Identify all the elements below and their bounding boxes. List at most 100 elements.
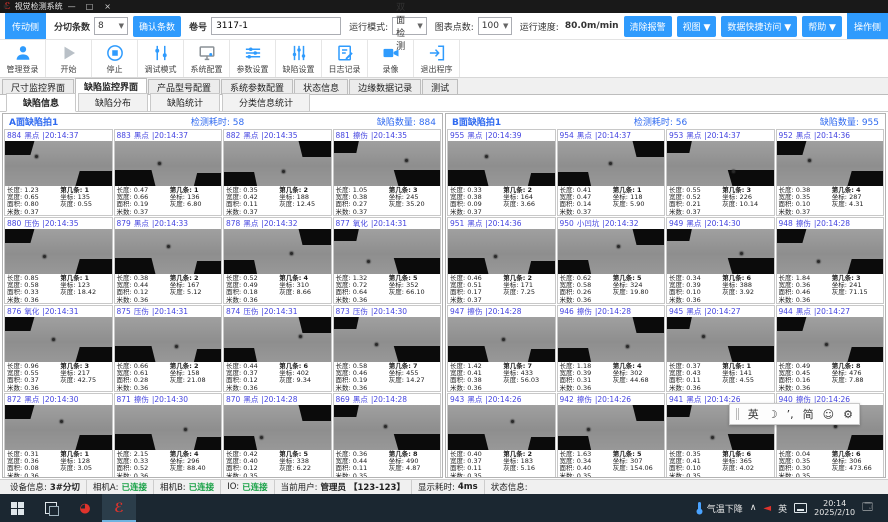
chart-points-select[interactable]: 100▼ <box>478 17 512 35</box>
defect-image[interactable] <box>334 229 441 274</box>
action-button[interactable]: 退出程序 <box>414 40 460 77</box>
defect-cell[interactable]: 884 黑点 |20:14:37 长度: 1.23 宽度: 0.65 面积: 0… <box>4 129 113 216</box>
keyboard-icon[interactable] <box>794 503 807 513</box>
defect-cell[interactable]: 953 黑点 |20:14:37 长度: 0.55 宽度: 0.52 面积: 0… <box>666 129 775 216</box>
operator-side-button[interactable]: 操作侧 <box>847 13 888 39</box>
ime-settings-button[interactable]: ⚙ <box>843 408 853 421</box>
ime-simplified-button[interactable]: 简 <box>803 406 814 422</box>
ime-punct-button[interactable]: ’, <box>787 408 794 421</box>
task-view-button[interactable] <box>34 494 68 522</box>
defect-image[interactable] <box>448 317 555 362</box>
notification-button[interactable]: 🗔 <box>862 500 873 517</box>
action-button[interactable]: 录像 <box>368 40 414 77</box>
defect-cell[interactable]: 877 氧化 |20:14:31 长度: 1.32 宽度: 0.72 面积: 0… <box>333 217 442 304</box>
defect-image[interactable] <box>334 317 441 362</box>
defect-image[interactable] <box>115 141 222 186</box>
defect-image[interactable] <box>5 229 112 274</box>
view-menu-button[interactable]: 视图 ▼ <box>677 16 717 37</box>
coil-input[interactable] <box>211 17 341 35</box>
defect-image[interactable] <box>777 229 884 274</box>
defect-image[interactable] <box>448 229 555 274</box>
defect-cell[interactable]: 951 黑点 |20:14:36 长度: 0.46 宽度: 0.51 面积: 0… <box>447 217 556 304</box>
maximize-button[interactable]: □ <box>81 2 99 11</box>
defect-cell[interactable]: 950 小凹坑 |20:14:32 长度: 0.62 宽度: 0.58 面积: … <box>557 217 666 304</box>
defect-cell[interactable]: 871 擦伤 |20:14:30 长度: 2.15 宽度: 0.33 面积: 0… <box>114 393 223 478</box>
defect-image[interactable] <box>558 141 665 186</box>
defect-cell[interactable]: 943 黑点 |20:14:26 长度: 0.40 宽度: 0.37 面积: 0… <box>447 393 556 478</box>
clear-alarm-button[interactable]: 清除报警 <box>624 16 672 37</box>
defect-cell[interactable]: 881 擦伤 |20:14:35 长度: 1.05 宽度: 0.38 面积: 0… <box>333 129 442 216</box>
defect-image[interactable] <box>777 141 884 186</box>
close-button[interactable]: × <box>99 2 117 11</box>
defect-cell[interactable]: 948 擦伤 |20:14:28 长度: 1.84 宽度: 0.36 面积: 0… <box>776 217 885 304</box>
sub-tab-2[interactable]: 缺陷统计 <box>150 93 220 111</box>
defect-image[interactable] <box>448 405 555 450</box>
defect-image[interactable] <box>448 141 555 186</box>
action-button[interactable]: 缺陷设置 <box>276 40 322 77</box>
help-menu-button[interactable]: 帮助 ▼ <box>802 16 842 37</box>
defect-image[interactable] <box>667 141 774 186</box>
main-tab-6[interactable]: 测试 <box>422 79 458 94</box>
weather-widget[interactable]: 气温下降 <box>695 501 743 515</box>
defect-cell[interactable]: 878 黑点 |20:14:32 长度: 0.52 宽度: 0.49 面积: 0… <box>223 217 332 304</box>
defect-cell[interactable]: 869 黑点 |20:14:28 长度: 0.36 宽度: 0.44 面积: 0… <box>333 393 442 478</box>
defect-image[interactable] <box>5 317 112 362</box>
defect-image[interactable] <box>777 317 884 362</box>
minimize-button[interactable]: — <box>63 2 81 11</box>
defect-cell[interactable]: 883 黑点 |20:14:37 长度: 0.47 宽度: 0.66 面积: 0… <box>114 129 223 216</box>
pinned-app-button[interactable]: ◕ <box>68 494 102 522</box>
tray-expand-button[interactable]: ∧ <box>750 503 757 513</box>
defect-cell[interactable]: 880 压伤 |20:14:35 长度: 0.85 宽度: 0.58 面积: 0… <box>4 217 113 304</box>
defect-cell[interactable]: 879 黑点 |20:14:33 长度: 0.38 宽度: 0.44 面积: 0… <box>114 217 223 304</box>
defect-image[interactable] <box>5 405 112 450</box>
defect-cell[interactable]: 946 擦伤 |20:14:28 长度: 1.18 宽度: 0.39 面积: 0… <box>557 305 666 392</box>
drive-side-button[interactable]: 传动侧 <box>5 13 46 39</box>
action-button[interactable]: 系统配置 <box>184 40 230 77</box>
defect-cell[interactable]: 949 黑点 |20:14:30 长度: 0.34 宽度: 0.39 面积: 0… <box>666 217 775 304</box>
sub-tab-0[interactable]: 缺陷信息 <box>6 93 76 112</box>
defect-cell[interactable]: 872 黑点 |20:14:30 长度: 0.31 宽度: 0.36 面积: 0… <box>4 393 113 478</box>
defect-image[interactable] <box>667 317 774 362</box>
defect-cell[interactable]: 873 压伤 |20:14:30 长度: 0.58 宽度: 0.46 面积: 0… <box>333 305 442 392</box>
ime-drag-handle[interactable] <box>736 408 739 420</box>
confirm-strips-button[interactable]: 确认条数 <box>133 16 181 37</box>
defect-image[interactable] <box>667 229 774 274</box>
action-button[interactable]: 开始 <box>46 40 92 77</box>
sub-tab-1[interactable]: 缺陷分布 <box>78 93 148 111</box>
defect-image[interactable] <box>224 229 331 274</box>
defect-image[interactable] <box>224 317 331 362</box>
defect-cell[interactable]: 870 黑点 |20:14:28 长度: 0.42 宽度: 0.40 面积: 0… <box>223 393 332 478</box>
defect-image[interactable] <box>334 405 441 450</box>
defect-image[interactable] <box>115 317 222 362</box>
run-mode-select[interactable]: 双面检测▼ <box>392 17 427 35</box>
defect-image[interactable] <box>558 317 665 362</box>
strip-count-select[interactable]: 8▼ <box>94 17 128 35</box>
defect-cell[interactable]: 954 黑点 |20:14:37 长度: 0.41 宽度: 0.47 面积: 0… <box>557 129 666 216</box>
defect-cell[interactable]: 876 氧化 |20:14:31 长度: 0.96 宽度: 0.55 面积: 0… <box>4 305 113 392</box>
main-tab-4[interactable]: 状态信息 <box>294 79 348 94</box>
ime-emoji-button[interactable]: ☺ <box>823 408 834 421</box>
defect-image[interactable] <box>558 405 665 450</box>
defect-image[interactable] <box>115 229 222 274</box>
clock[interactable]: 20:142025/2/10 <box>814 499 855 517</box>
sub-tab-3[interactable]: 分类信息统计 <box>222 93 310 111</box>
ime-lang-button[interactable]: 英 <box>748 406 759 422</box>
action-button[interactable]: 参数设置 <box>230 40 276 77</box>
defect-image[interactable] <box>334 141 441 186</box>
active-app-button[interactable]: ℰ <box>102 494 136 522</box>
defect-image[interactable] <box>224 141 331 186</box>
action-button[interactable]: 停止 <box>92 40 138 77</box>
defect-image[interactable] <box>224 405 331 450</box>
ime-tray-icon[interactable]: ◄ <box>763 503 771 514</box>
start-button[interactable] <box>0 494 34 522</box>
defect-image[interactable] <box>5 141 112 186</box>
defect-image[interactable] <box>115 405 222 450</box>
defect-cell[interactable]: 947 擦伤 |20:14:28 长度: 1.42 宽度: 0.41 面积: 0… <box>447 305 556 392</box>
main-tab-2[interactable]: 产品型号配置 <box>148 79 220 94</box>
defect-cell[interactable]: 942 擦伤 |20:14:26 长度: 1.63 宽度: 0.34 面积: 0… <box>557 393 666 478</box>
main-tab-3[interactable]: 系统参数配置 <box>221 79 293 94</box>
action-button[interactable]: 调试模式 <box>138 40 184 77</box>
defect-cell[interactable]: 955 黑点 |20:14:39 长度: 0.33 宽度: 0.38 面积: 0… <box>447 129 556 216</box>
defect-cell[interactable]: 875 压伤 |20:14:31 长度: 0.66 宽度: 0.61 面积: 0… <box>114 305 223 392</box>
data-quick-access-menu-button[interactable]: 数据快捷访问 ▼ <box>721 16 797 37</box>
